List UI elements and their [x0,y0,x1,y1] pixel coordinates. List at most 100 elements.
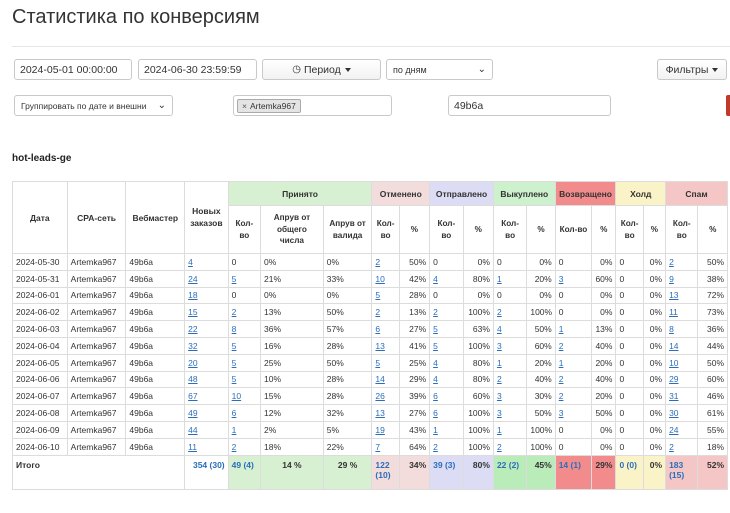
date-from-input[interactable]: 2024-05-01 00:00:00 [14,59,132,80]
cell-cancelled-count-link[interactable]: 26 [375,391,384,401]
cell-new-orders-link[interactable]: 11 [188,442,197,452]
cell-accepted-count-link[interactable]: 2 [232,307,237,317]
cell-sent-count-link[interactable]: 6 [433,391,438,401]
cell-new-orders-link[interactable]: 24 [188,274,197,284]
cell-cancelled-count-link[interactable]: 7 [375,442,380,452]
col-count[interactable]: Кол-во [371,205,400,254]
col-pct[interactable]: % [526,205,556,254]
cell-cancelled-count-link[interactable]: 13 [375,408,384,418]
cell-new-orders-link[interactable]: 4 [188,257,193,267]
cell-sent-count-link[interactable]: 1 [433,425,438,435]
cell-spam-count-link[interactable]: 13 [669,290,678,300]
col-count[interactable]: Кол-во [665,205,699,254]
cell-returned-count-link[interactable]: 1 [559,358,564,368]
col-cpa[interactable]: CPA-сеть [66,181,127,254]
cell-bought-count-link[interactable]: 1 [497,425,502,435]
cell-accepted-count-link[interactable]: 6 [232,408,237,418]
cell-spam-count-link[interactable]: 9 [669,274,674,284]
cell-bought-count-link[interactable]: 3 [497,391,502,401]
cell-sent-count-link[interactable]: 5 [433,324,438,334]
granularity-select[interactable]: по дням ⌄ [386,59,493,80]
cell-returned-count-link[interactable]: 2 [559,341,564,351]
col-date[interactable]: Дата [12,181,68,254]
col-count[interactable]: Кол-во [429,205,464,254]
cell-bought-count-link[interactable]: 1 [497,358,502,368]
cell-spam-count-link[interactable]: 24 [669,425,678,435]
cell-cancelled-count-link[interactable]: 2 [375,307,380,317]
cell-accepted-count-link[interactable]: 5 [232,274,237,284]
col-pct[interactable]: % [642,205,667,254]
cell-returned-count-link[interactable]: 3 [559,408,564,418]
cell-spam-count-link[interactable]: 31 [669,391,678,401]
webmaster-tag-input[interactable]: × Artemka967 [233,95,392,116]
filters-button[interactable]: Фильтры [657,59,727,80]
cell-bought-count-link[interactable]: 4 [497,324,502,334]
cell-accepted-count-link[interactable]: 10 [232,391,241,401]
cell-sent-count-link[interactable]: 2 [433,442,438,452]
date-to-input[interactable]: 2024-06-30 23:59:59 [138,59,257,80]
cell-returned-count-link[interactable]: 1 [559,324,564,334]
cell-returned-count-link[interactable]: 3 [559,274,564,284]
cell-cancelled-count-link[interactable]: 10 [375,274,384,284]
cell-spam-count-link[interactable]: 10 [669,358,678,368]
cell-sent-count-link[interactable]: 4 [433,274,438,284]
cell-new-orders-link[interactable]: 18 [188,290,197,300]
col-count[interactable]: Кол-во [227,205,262,254]
remove-tag-icon[interactable]: × [242,101,247,111]
cell-new-orders-link[interactable]: 48 [188,374,197,384]
cell-accepted-count-link[interactable]: 5 [232,374,237,384]
cell-bought-count-link[interactable]: 2 [497,442,502,452]
cell-cancelled-count-link[interactable]: 5 [375,290,380,300]
col-pct[interactable]: % [398,205,431,254]
cell-spam-count-link[interactable]: 14 [669,341,678,351]
col-count[interactable]: Кол-во [492,205,528,254]
cell-bought-count-link[interactable]: 2 [497,374,502,384]
cell-cancelled-count-link[interactable]: 6 [375,324,380,334]
cell-new-orders-link[interactable]: 15 [188,307,197,317]
cell-new-orders-link[interactable]: 67 [188,391,197,401]
cell-accepted-count-link[interactable]: 8 [232,324,237,334]
cell-sent-count-link[interactable]: 4 [433,374,438,384]
cell-new-orders-link[interactable]: 22 [188,324,197,334]
col-approve-total[interactable]: Апрув от общего числа [260,205,324,254]
cell-accepted-count-link[interactable]: 5 [232,358,237,368]
cell-spam-count-link[interactable]: 29 [669,374,678,384]
period-button[interactable]: ◷ Период [262,59,381,80]
search-input[interactable]: 49b6a [448,95,611,116]
cell-returned-count-link[interactable]: 2 [559,374,564,384]
cell-new-orders-link[interactable]: 49 [188,408,197,418]
cell-sent-count-link[interactable]: 2 [433,307,438,317]
cell-bought-count-link[interactable]: 3 [497,408,502,418]
cell-cancelled-count-link[interactable]: 5 [375,358,380,368]
cell-sent-count-link[interactable]: 4 [433,358,438,368]
cell-new-orders-link[interactable]: 32 [188,341,197,351]
group-by-select[interactable]: Группировать по дате и внешни ⌄ [14,95,173,116]
col-approve-valid[interactable]: Апрув от валида [322,205,373,254]
cell-sent-count-link[interactable]: 6 [433,408,438,418]
cell-cancelled-count-link[interactable]: 19 [375,425,384,435]
cell-spam-count-link[interactable]: 2 [669,257,674,267]
cell-spam-count-link[interactable]: 11 [669,307,678,317]
cell-spam-count-link[interactable]: 8 [669,324,674,334]
action-button-edge[interactable] [726,95,730,116]
cell-bought-count-link[interactable]: 1 [497,274,502,284]
cell-cancelled-count-link[interactable]: 13 [375,341,384,351]
col-new-orders[interactable]: Новых заказов [184,181,229,254]
cell-new-orders-link[interactable]: 20 [188,358,197,368]
col-count[interactable]: Кол-во [554,205,593,254]
cell-bought-count-link[interactable]: 2 [497,307,502,317]
col-pct[interactable]: % [591,205,617,254]
cell-cancelled-count-link[interactable]: 2 [375,257,380,267]
col-pct[interactable]: % [697,205,728,254]
cell-sent-count-link[interactable]: 5 [433,341,438,351]
cell-returned-count-link[interactable]: 2 [559,391,564,401]
cell-new-orders-link[interactable]: 44 [188,425,197,435]
cell-spam-count-link[interactable]: 30 [669,408,678,418]
col-count[interactable]: Кол-во [615,205,644,254]
cell-spam-count-link[interactable]: 2 [669,442,674,452]
cell-accepted-count-link[interactable]: 5 [232,341,237,351]
cell-cancelled-count-link[interactable]: 14 [375,374,384,384]
cell-accepted-count-link[interactable]: 1 [232,425,237,435]
col-webmaster[interactable]: Вебмастер [125,181,186,254]
col-pct[interactable]: % [462,205,494,254]
